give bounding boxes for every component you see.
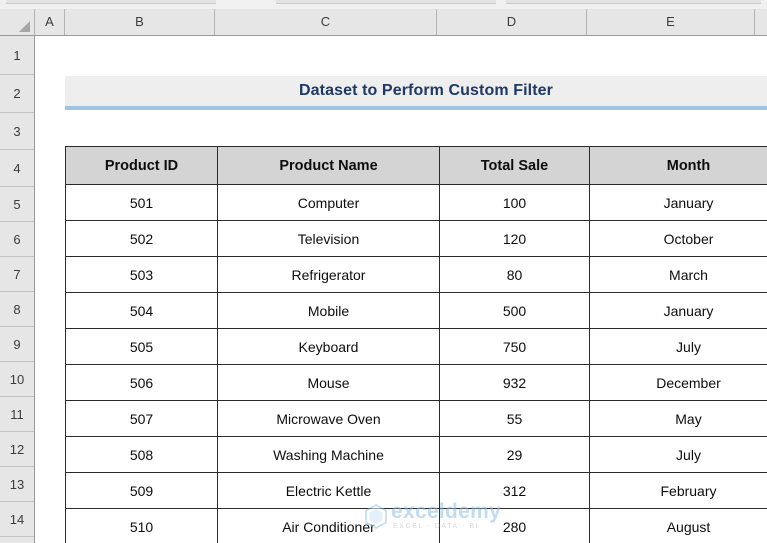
row-header-1[interactable]: 1	[0, 36, 34, 75]
row-header-6[interactable]: 6	[0, 222, 34, 257]
dataset-table[interactable]: Product ID Product Name Total Sale Month…	[65, 146, 767, 543]
cell-product-id[interactable]: 502	[65, 220, 218, 257]
cell-product-id[interactable]: 507	[65, 400, 218, 437]
cell-total-sale[interactable]: 500	[439, 292, 590, 329]
select-all-corner-button[interactable]	[0, 9, 35, 35]
cell-product-id[interactable]: 510	[65, 508, 218, 543]
cell-total-sale[interactable]: 55	[439, 400, 590, 437]
column-header-total-sale[interactable]: Total Sale	[439, 146, 590, 185]
cell-total-sale[interactable]: 312	[439, 472, 590, 509]
cell-product-name[interactable]: Washing Machine	[217, 436, 440, 473]
table-row[interactable]: 506 Mouse 932 December	[65, 364, 767, 401]
table-row[interactable]: 503 Refrigerator 80 March	[65, 256, 767, 293]
column-header-product-id[interactable]: Product ID	[65, 146, 218, 185]
cell-product-name[interactable]: Computer	[217, 184, 440, 221]
table-row[interactable]: 508 Washing Machine 29 July	[65, 436, 767, 473]
row-header-2[interactable]: 2	[0, 75, 34, 113]
cell-product-id[interactable]: 506	[65, 364, 218, 401]
cell-total-sale[interactable]: 280	[439, 508, 590, 543]
table-row[interactable]: 502 Television 120 October	[65, 220, 767, 257]
cell-month[interactable]: March	[589, 256, 767, 293]
dataset-title-banner[interactable]: Dataset to Perform Custom Filter	[65, 76, 767, 110]
column-header-product-name[interactable]: Product Name	[217, 146, 440, 185]
table-row[interactable]: 509 Electric Kettle 312 February	[65, 472, 767, 509]
cell-product-name[interactable]: Television	[217, 220, 440, 257]
column-header-c[interactable]: C	[215, 9, 437, 35]
cell-month[interactable]: January	[589, 292, 767, 329]
cell-total-sale[interactable]: 932	[439, 364, 590, 401]
cell-product-id[interactable]: 504	[65, 292, 218, 329]
cell-product-name[interactable]: Mouse	[217, 364, 440, 401]
toolbar-sliver	[0, 0, 767, 9]
table-row[interactable]: 504 Mobile 500 January	[65, 292, 767, 329]
table-row[interactable]: 507 Microwave Oven 55 May	[65, 400, 767, 437]
cell-month[interactable]: October	[589, 220, 767, 257]
row-header-14[interactable]: 14	[0, 502, 34, 537]
cell-total-sale[interactable]: 29	[439, 436, 590, 473]
cell-total-sale[interactable]: 100	[439, 184, 590, 221]
row-header-8[interactable]: 8	[0, 292, 34, 327]
cell-month[interactable]: February	[589, 472, 767, 509]
cell-total-sale[interactable]: 120	[439, 220, 590, 257]
row-header-12[interactable]: 12	[0, 432, 34, 467]
row-header-5[interactable]: 5	[0, 187, 34, 222]
table-row[interactable]: 501 Computer 100 January	[65, 184, 767, 221]
table-row[interactable]: 510 Air Conditioner 280 August	[65, 508, 767, 543]
cell-month[interactable]: August	[589, 508, 767, 543]
table-body: 501 Computer 100 January 502 Television …	[65, 184, 767, 543]
cell-product-name[interactable]: Refrigerator	[217, 256, 440, 293]
cell-product-id[interactable]: 508	[65, 436, 218, 473]
column-header-strip: A B C D E	[0, 9, 767, 36]
row-header-9[interactable]: 9	[0, 327, 34, 362]
select-all-triangle-icon	[19, 21, 30, 32]
cell-product-id[interactable]: 503	[65, 256, 218, 293]
cell-total-sale[interactable]: 750	[439, 328, 590, 365]
column-header-month[interactable]: Month	[589, 146, 767, 185]
cell-product-name[interactable]: Air Conditioner	[217, 508, 440, 543]
row-header-11[interactable]: 11	[0, 397, 34, 432]
cell-product-name[interactable]: Mobile	[217, 292, 440, 329]
cell-product-name[interactable]: Microwave Oven	[217, 400, 440, 437]
row-header-7[interactable]: 7	[0, 257, 34, 292]
column-header-e[interactable]: E	[587, 9, 755, 35]
row-header-13[interactable]: 13	[0, 467, 34, 502]
cell-total-sale[interactable]: 80	[439, 256, 590, 293]
column-header-a[interactable]: A	[35, 9, 65, 35]
cell-product-id[interactable]: 505	[65, 328, 218, 365]
cell-month[interactable]: May	[589, 400, 767, 437]
cell-product-name[interactable]: Electric Kettle	[217, 472, 440, 509]
row-header-strip: 1 2 3 4 5 6 7 8 9 10 11 12 13 14	[0, 36, 35, 543]
cell-product-id[interactable]: 509	[65, 472, 218, 509]
cell-product-id[interactable]: 501	[65, 184, 218, 221]
cell-month[interactable]: January	[589, 184, 767, 221]
cell-month[interactable]: July	[589, 436, 767, 473]
row-header-4[interactable]: 4	[0, 150, 34, 187]
row-header-3[interactable]: 3	[0, 113, 34, 150]
page-title: Dataset to Perform Custom Filter	[299, 82, 553, 99]
cell-month[interactable]: July	[589, 328, 767, 365]
column-header-d[interactable]: D	[437, 9, 587, 35]
table-header-row: Product ID Product Name Total Sale Month	[65, 146, 767, 185]
spreadsheet-grid[interactable]: Dataset to Perform Custom Filter Product…	[35, 36, 767, 543]
cell-product-name[interactable]: Keyboard	[217, 328, 440, 365]
column-header-b[interactable]: B	[65, 9, 215, 35]
row-header-10[interactable]: 10	[0, 362, 34, 397]
cell-month[interactable]: December	[589, 364, 767, 401]
table-row[interactable]: 505 Keyboard 750 July	[65, 328, 767, 365]
